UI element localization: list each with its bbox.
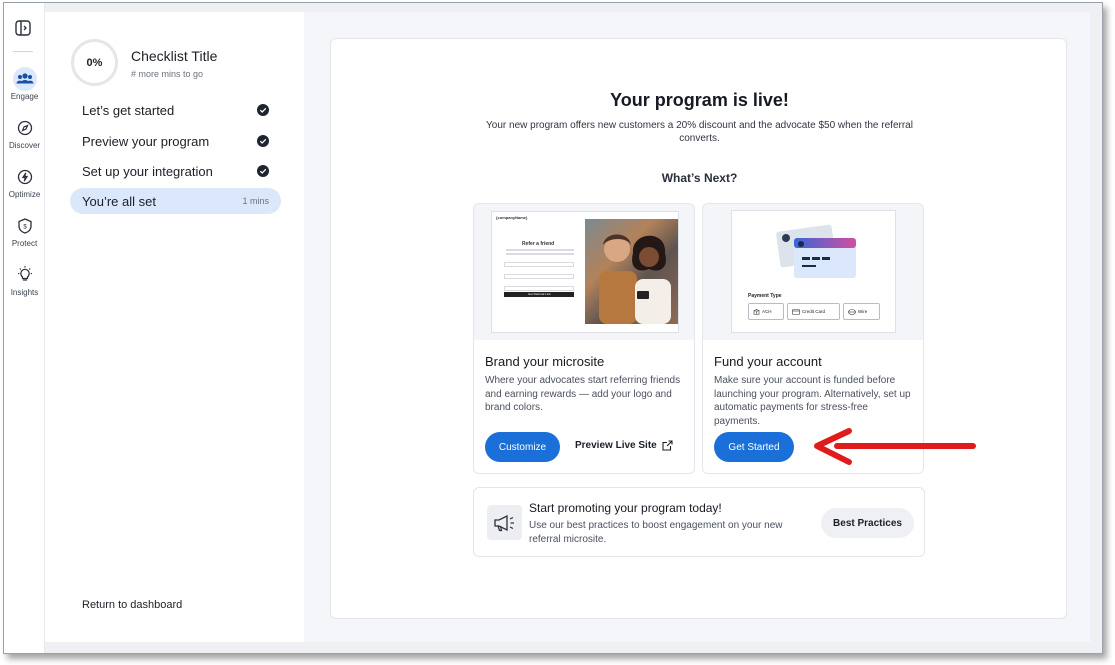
- megaphone-icon: [487, 505, 522, 540]
- promo-banner: Start promoting your program today! Use …: [473, 487, 925, 557]
- thumb-button: Get Referral Link: [504, 292, 574, 297]
- checklist-title: Checklist Title: [131, 48, 218, 64]
- users-icon: [12, 67, 37, 91]
- nav-label: Protect: [11, 239, 38, 248]
- checklist-subtitle: # more mins to go: [131, 69, 204, 79]
- nav-label: Optimize: [8, 190, 41, 199]
- best-practices-button[interactable]: Best Practices: [821, 508, 914, 538]
- lightbulb-icon: [13, 263, 37, 287]
- step-label: Let’s get started: [82, 102, 175, 118]
- payment-option-wire: Wire: [843, 303, 880, 320]
- customize-button[interactable]: Customize: [485, 432, 560, 462]
- thumb-line: [506, 249, 574, 251]
- preview-live-site-link[interactable]: Preview Live Site: [575, 440, 673, 451]
- program-live-card: Your program is live! Your new program o…: [330, 38, 1067, 619]
- microsite-title: Brand your microsite: [485, 354, 605, 369]
- microsite-hero-photo: [585, 219, 678, 324]
- checklist-step[interactable]: Let’s get started: [70, 97, 281, 123]
- checklist-step[interactable]: Set up your integration: [70, 158, 281, 184]
- microsite-description: Where your advocates start referring fri…: [485, 375, 681, 413]
- checklist-step[interactable]: Preview your program: [70, 128, 281, 154]
- step-label: Preview your program: [82, 133, 210, 149]
- get-started-button[interactable]: Get Started: [714, 432, 794, 462]
- checklist-step-current[interactable]: You’re all set 1 mins: [70, 188, 281, 214]
- thumb-field: [504, 262, 574, 267]
- check-circle-icon: [257, 104, 269, 116]
- thumb-line: [506, 253, 574, 255]
- checklist-panel: 0% Checklist Title # more mins to go Let…: [45, 12, 304, 642]
- app-window: Engage Discover Optimize $ Protect Insig…: [3, 2, 1103, 654]
- nav-label: Discover: [8, 141, 41, 150]
- payment-option-credit-card: Credit Card: [787, 303, 840, 320]
- payment-type-label: Payment Type: [748, 293, 782, 299]
- payment-option-label: Credit Card: [802, 309, 826, 314]
- progress-ring: 0%: [71, 39, 118, 86]
- step-label: You’re all set: [82, 193, 156, 209]
- card-icon: [792, 308, 800, 315]
- step-duration: 1 mins: [242, 196, 269, 206]
- preview-live-site-label: Preview Live Site: [575, 440, 657, 451]
- microsite-tile: {companyName} Refer a friend Get Referra…: [473, 203, 695, 474]
- payment-option-label: ACH: [762, 309, 772, 314]
- progress-value: 0%: [86, 56, 103, 69]
- wire-icon: [848, 308, 856, 315]
- nav-rail: Engage Discover Optimize $ Protect Insig…: [4, 3, 45, 653]
- step-label: Set up your integration: [82, 163, 213, 179]
- nav-item-discover[interactable]: Discover: [4, 116, 45, 150]
- shield-icon: $: [13, 214, 37, 238]
- check-circle-icon: [257, 165, 269, 177]
- credit-cards-icon: [776, 224, 856, 278]
- bolt-icon: [13, 165, 37, 189]
- promo-title: Start promoting your program today!: [529, 501, 722, 515]
- main-content: Your program is live! Your new program o…: [304, 12, 1090, 642]
- payment-thumbnail: Payment Type ACH Credit Card Wire: [731, 210, 896, 333]
- nav-label: Engage: [10, 92, 39, 101]
- expand-panel-icon[interactable]: [14, 19, 32, 37]
- fund-title: Fund your account: [714, 354, 822, 369]
- whats-next-heading: What’s Next?: [661, 171, 738, 185]
- thumb-button-label: Get Referral Link: [528, 292, 551, 296]
- page-description: Your new program offers new customers a …: [486, 120, 913, 144]
- nav-label: Insights: [10, 288, 39, 297]
- nav-item-protect[interactable]: $ Protect: [4, 214, 45, 248]
- compass-icon: [13, 116, 37, 140]
- check-circle-icon: [257, 135, 269, 147]
- annotation-arrow: [814, 428, 976, 465]
- bank-icon: [753, 308, 760, 315]
- rail-divider: [13, 51, 33, 52]
- svg-text:$: $: [23, 225, 27, 231]
- payment-option-ach: ACH: [748, 303, 784, 320]
- external-link-icon: [662, 440, 673, 451]
- thumb-heading: Refer a friend: [522, 241, 555, 247]
- thumb-field: [504, 286, 574, 291]
- page-title: Your program is live!: [610, 90, 789, 110]
- microsite-thumbnail: {companyName} Refer a friend Get Referra…: [491, 211, 679, 333]
- payment-option-label: Wire: [858, 309, 868, 314]
- nav-item-engage[interactable]: Engage: [4, 67, 45, 101]
- microsite-preview-area: {companyName} Refer a friend Get Referra…: [474, 204, 694, 340]
- nav-item-optimize[interactable]: Optimize: [4, 165, 45, 199]
- thumb-field: [504, 274, 574, 279]
- promo-description: Use our best practices to boost engageme…: [529, 520, 783, 545]
- fund-description: Make sure your account is funded before …: [714, 375, 911, 427]
- fund-preview-area: Payment Type ACH Credit Card Wire: [703, 204, 923, 340]
- nav-item-insights[interactable]: Insights: [4, 263, 45, 297]
- return-to-dashboard-link[interactable]: Return to dashboard: [82, 599, 182, 611]
- thumb-company-name: {companyName}: [496, 215, 528, 220]
